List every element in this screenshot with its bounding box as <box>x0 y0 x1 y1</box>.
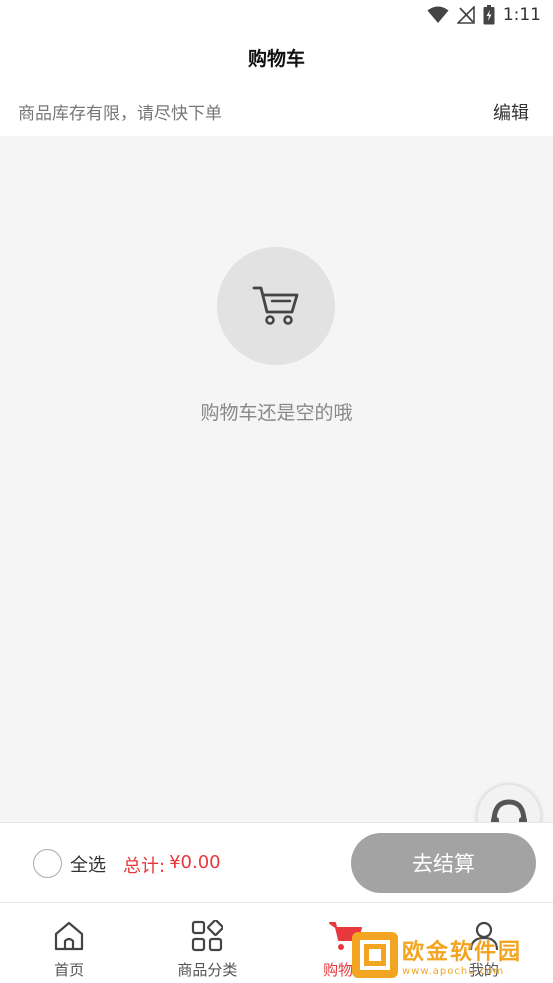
battery-icon <box>483 5 495 25</box>
select-all-label: 全选 <box>70 854 106 876</box>
wifi-icon <box>427 6 449 23</box>
stock-notice-text: 商品库存有限，请尽快下单 <box>18 104 222 124</box>
tab-home-label: 首页 <box>54 961 85 979</box>
grid-icon <box>192 920 224 952</box>
checkout-bar: 全选 总计: ¥0.00 去结算 <box>0 822 553 902</box>
home-icon <box>55 921 84 951</box>
watermark-text: 欧金软件园 www.apochu.com <box>402 934 522 977</box>
watermark-url: www.apochu.com <box>402 965 505 977</box>
watermark-title: 欧金软件园 <box>402 939 523 965</box>
no-signal-icon <box>456 6 475 24</box>
watermark: 欧金软件园 www.apochu.com <box>352 930 548 980</box>
empty-cart-illustration <box>217 247 335 365</box>
total-amount: ¥0.00 <box>169 852 221 873</box>
tab-home[interactable]: 首页 <box>0 903 138 983</box>
page-title: 购物车 <box>247 47 305 70</box>
total-price: 总计: ¥0.00 <box>123 852 221 878</box>
tab-category-label: 商品分类 <box>177 961 238 979</box>
cart-content: 购物车还是空的哦 <box>0 136 553 822</box>
title-bar: 购物车 <box>0 30 553 84</box>
status-icons: 1:11 <box>427 4 541 26</box>
status-time: 1:11 <box>502 5 541 25</box>
watermark-logo-icon <box>352 932 398 978</box>
stock-notice-bar: 商品库存有限，请尽快下单 编辑 <box>0 84 553 136</box>
empty-cart-message: 购物车还是空的哦 <box>200 402 353 424</box>
edit-button[interactable]: 编辑 <box>493 99 529 125</box>
select-all-toggle[interactable]: 全选 <box>33 849 106 878</box>
total-label: 总计: <box>123 856 166 877</box>
status-bar: 1:11 <box>0 0 553 30</box>
tab-category[interactable]: 商品分类 <box>138 903 276 983</box>
checkout-button[interactable]: 去结算 <box>351 833 536 893</box>
cart-icon <box>252 286 299 325</box>
select-all-checkbox[interactable] <box>33 849 62 878</box>
